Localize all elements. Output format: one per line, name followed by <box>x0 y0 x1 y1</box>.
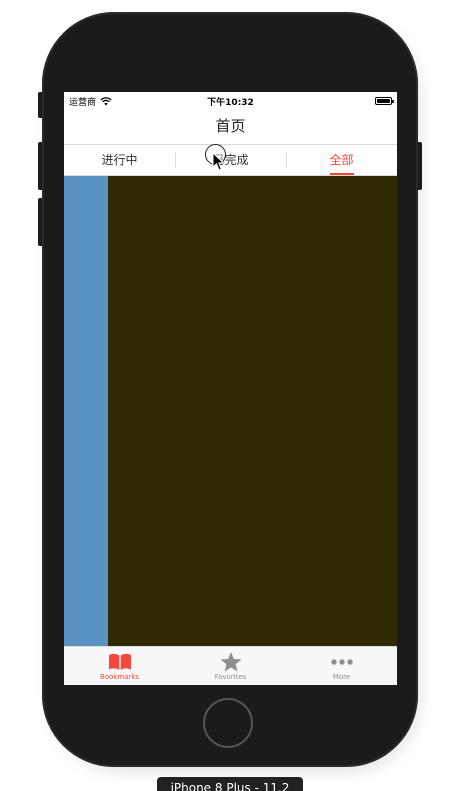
simulator-device-label: iPhone 8 Plus - 11.2 <box>157 777 303 791</box>
segment-tab-label: 全部 <box>329 153 354 167</box>
left-panel[interactable] <box>64 176 108 646</box>
tab-label: More <box>332 673 351 681</box>
tab-favorites[interactable]: Favorites <box>175 647 286 685</box>
segment-tab-all[interactable]: 全部 <box>286 145 397 175</box>
bottom-tab-bar: Bookmarks Favorites More <box>64 646 397 685</box>
page-title: 首页 <box>215 117 246 135</box>
tab-more[interactable]: More <box>286 647 397 685</box>
segment-tab-completed[interactable]: 已完成 <box>175 145 286 175</box>
home-button[interactable] <box>203 698 253 748</box>
battery-icon <box>375 97 394 105</box>
segment-tab-bar: 进行中 已完成 全部 <box>64 144 397 176</box>
tab-bookmarks[interactable]: Bookmarks <box>64 647 175 685</box>
segment-tab-label: 进行中 <box>101 153 138 167</box>
book-icon <box>108 653 131 670</box>
content-area <box>64 176 397 646</box>
pointer-cursor-icon <box>212 152 225 171</box>
star-icon <box>220 652 241 672</box>
tab-label: Bookmarks <box>99 673 140 681</box>
status-time: 下午10:32 <box>207 98 254 108</box>
segment-selected-indicator <box>329 173 354 175</box>
navigation-bar: 首页 <box>64 110 397 144</box>
more-dots-icon <box>330 659 353 665</box>
simulator-stage: 运营商 下午10:32 首页 进行中 已完成 全部 Bookmarks Favo… <box>0 0 456 791</box>
main-panel[interactable] <box>108 176 397 646</box>
device-screen: 运营商 下午10:32 首页 进行中 已完成 全部 Bookmarks Favo… <box>64 92 397 685</box>
tab-label: Favorites <box>214 673 247 681</box>
status-bar: 运营商 下午10:32 <box>64 92 397 110</box>
segment-tab-in-progress[interactable]: 进行中 <box>64 145 175 175</box>
